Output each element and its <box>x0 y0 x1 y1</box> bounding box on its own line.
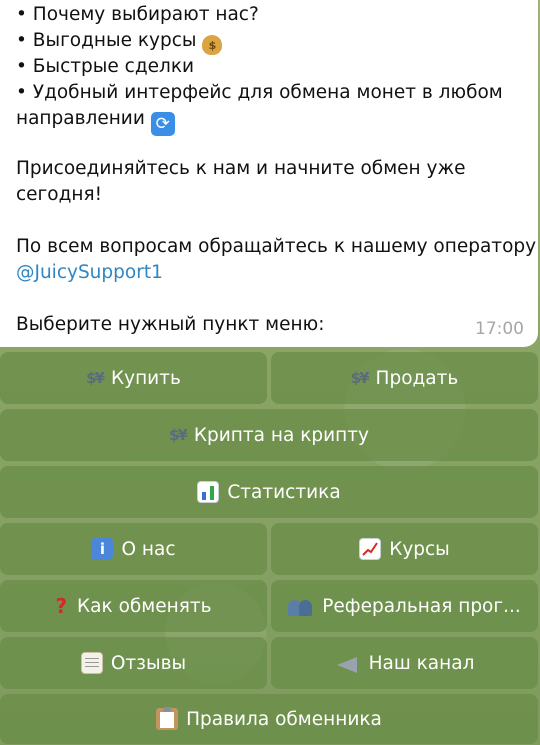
memo-icon <box>80 652 103 674</box>
red-question-mark-icon: ? <box>55 594 68 618</box>
about-button[interactable]: i О нас <box>0 523 267 575</box>
message-line: • Почему выбирают нас? <box>16 4 259 25</box>
how-to-exchange-label: Как обменять <box>77 595 212 617</box>
message-line: • Удобный интерфейс для обмена монет в л… <box>16 82 503 103</box>
buy-button-label: Купить <box>110 367 181 389</box>
how-to-exchange-button[interactable]: ? Как обменять <box>0 580 267 632</box>
our-channel-label: Наш канал <box>368 652 475 674</box>
chart-increasing-icon <box>359 538 382 560</box>
loudspeaker-icon <box>335 653 361 673</box>
crypto-to-crypto-label: Крипта на крипту <box>193 424 369 446</box>
crypto-to-crypto-button[interactable]: $¥ Крипта на крипту <box>0 409 538 461</box>
message-line: сегодня! <box>16 184 103 205</box>
message-line: По всем вопросам обращайтесь к нашему оп… <box>16 236 537 257</box>
message-line: направлении ⟳ <box>16 108 175 136</box>
message-line: Присоединяйтесь к нам и начните обмен уж… <box>16 158 466 179</box>
sell-button-label: Продать <box>375 367 459 389</box>
about-label: О нас <box>121 538 176 560</box>
reviews-label: Отзывы <box>110 652 187 674</box>
bar-chart-icon <box>197 481 220 503</box>
message-line: Выберите нужный пункт меню: <box>16 314 325 335</box>
operator-mention-link[interactable]: @JuicySupport1 <box>16 262 163 284</box>
message-timestamp: 17:00 <box>475 319 524 339</box>
message-line: • Выгодные курсы $ <box>16 30 223 55</box>
currency-exchange-icon: $¥ <box>169 426 188 444</box>
our-channel-button[interactable]: Наш канал <box>271 637 538 689</box>
sell-button[interactable]: $¥ Продать <box>271 352 538 404</box>
info-icon: i <box>91 538 114 560</box>
referral-program-label: Реферальная прог... <box>322 595 521 617</box>
referral-program-button[interactable]: Реферальная прог... <box>271 580 538 632</box>
currency-exchange-icon: $¥ <box>86 369 105 387</box>
statistics-button[interactable]: Статистика <box>0 466 538 518</box>
currency-exchange-icon: $¥ <box>350 369 370 387</box>
reviews-button[interactable]: Отзывы <box>0 637 267 689</box>
message-line-text: • Выгодные курсы <box>16 30 197 51</box>
message-line: • Быстрые сделки <box>16 56 195 77</box>
message-line-text: направлении <box>16 108 145 129</box>
rates-button[interactable]: Курсы <box>271 523 538 575</box>
message-bubble: • Почему выбирают нас? • Выгодные курсы … <box>0 0 538 347</box>
clipboard-icon <box>156 707 179 730</box>
buy-button[interactable]: $¥ Купить <box>0 352 267 404</box>
exchange-rules-label: Правила обменника <box>186 708 382 730</box>
money-bag-icon: $ <box>202 35 223 55</box>
busts-icon <box>288 596 314 616</box>
rates-label: Курсы <box>389 538 450 560</box>
refresh-icon: ⟳ <box>150 112 175 136</box>
statistics-label: Статистика <box>227 481 341 503</box>
exchange-rules-button[interactable]: Правила обменника <box>0 694 538 744</box>
